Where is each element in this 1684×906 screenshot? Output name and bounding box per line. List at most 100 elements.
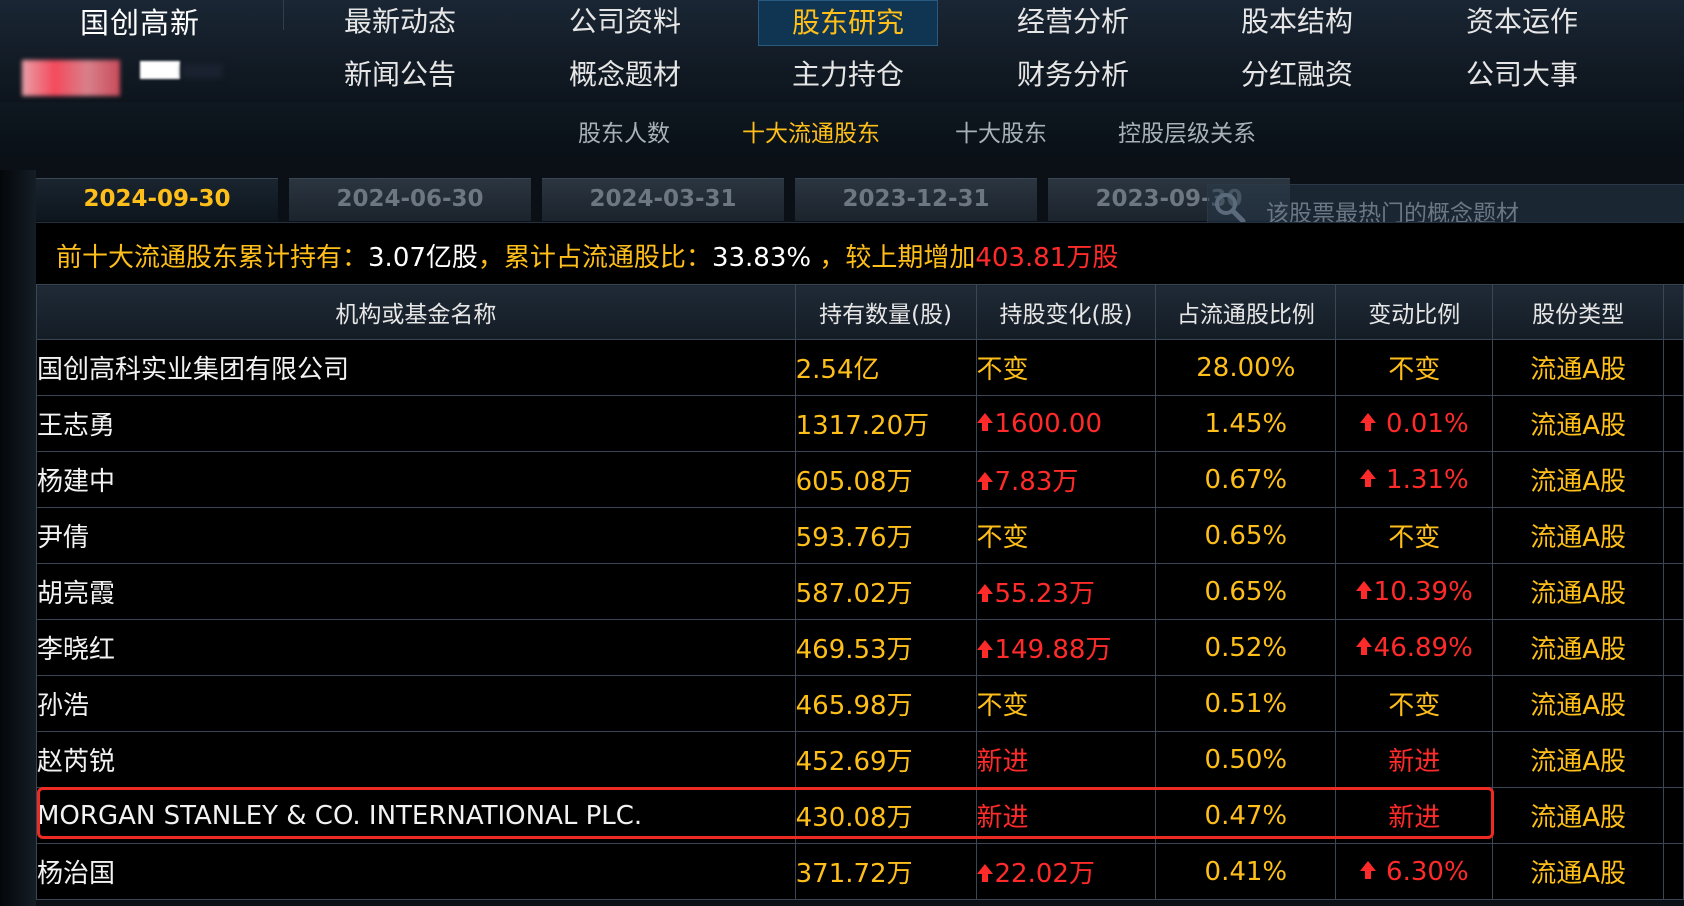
nav-concept[interactable]: 概念题材	[535, 53, 715, 97]
share-type: 流通A股	[1492, 507, 1664, 564]
header-divider	[283, 0, 284, 30]
blank-cell	[1663, 843, 1684, 900]
subnav-holding-structure[interactable]: 控股层级关系	[1118, 114, 1256, 148]
blurred-price	[140, 61, 180, 79]
sub-navigation: 股东人数 十大流通股东 十大股东 控股层级关系	[0, 102, 1684, 157]
search-icon[interactable]	[1212, 190, 1246, 224]
nav-news[interactable]: 新闻公告	[310, 53, 490, 97]
float-ratio: 0.52%	[1155, 619, 1337, 676]
col-header-var[interactable]: 变动比例	[1335, 284, 1494, 340]
holder-name-value: 胡亮霞	[37, 579, 116, 609]
nav-shareholder[interactable]: 股东研究	[758, 0, 938, 46]
holding-change-value: 不变	[976, 523, 1029, 553]
share-type: 流通A股	[1492, 675, 1664, 732]
holder-name: 孙浩	[36, 675, 796, 732]
holding-change-value: 不变	[976, 691, 1029, 721]
table-row[interactable]: 国创高科实业集团有限公司 2.54亿 不变 28.00% 不变 流通A股	[36, 339, 1684, 396]
subnav-top10-float[interactable]: 十大流通股东	[742, 114, 880, 148]
float-ratio-value: 0.47%	[1204, 800, 1288, 831]
share-type-value: 流通A股	[1530, 803, 1626, 833]
nav-capital-structure[interactable]: 股本结构	[1207, 0, 1387, 44]
change-ratio-value: 6.30%	[1377, 856, 1469, 887]
summary-label-total: 前十大流通股东累计持有：	[56, 243, 369, 273]
arrow-up-icon	[976, 863, 993, 882]
share-type-value: 流通A股	[1530, 411, 1626, 441]
float-ratio: 0.47%	[1155, 787, 1337, 844]
col-header-qty[interactable]: 持有数量(股)	[794, 284, 977, 340]
float-ratio-value: 28.00%	[1196, 352, 1296, 383]
table-row[interactable]: 王志勇 1317.20万 1600.00 1.45% 0.01% 流通A股	[36, 395, 1684, 452]
holding-qty: 469.53万	[794, 619, 977, 676]
holder-name: 杨治国	[36, 843, 796, 900]
float-ratio-value: 0.65%	[1204, 576, 1288, 607]
nav-capital-ops[interactable]: 资本运作	[1432, 0, 1612, 44]
table-row[interactable]: MORGAN STANLEY & CO. INTERNATIONAL PLC. 4…	[36, 787, 1684, 844]
table-row[interactable]: 杨治国 371.72万 22.02万 0.41% 6.30% 流通A股	[36, 843, 1684, 900]
share-type: 流通A股	[1492, 395, 1664, 452]
date-tab-2024-06-30[interactable]: 2024-06-30	[289, 178, 531, 221]
holding-qty-value: 371.72万	[795, 859, 913, 889]
table-row[interactable]: 孙浩 465.98万 不变 0.51% 不变 流通A股	[36, 675, 1684, 732]
float-ratio: 0.50%	[1155, 731, 1337, 788]
share-type-value: 流通A股	[1530, 691, 1626, 721]
nav-dividend[interactable]: 分红融资	[1207, 53, 1387, 97]
table-row[interactable]: 尹倩 593.76万 不变 0.65% 不变 流通A股	[36, 507, 1684, 564]
col-header-pct[interactable]: 占流通股比例	[1155, 284, 1337, 340]
table-row[interactable]: 胡亮霞 587.02万 55.23万 0.65% 10.39% 流通A股	[36, 563, 1684, 620]
holding-change-value: 149.88万	[994, 635, 1112, 665]
blank-cell	[1663, 787, 1684, 844]
holding-qty: 371.72万	[794, 843, 977, 900]
col-header-change[interactable]: 持股变化(股)	[975, 284, 1157, 340]
change-ratio: 不变	[1335, 507, 1494, 564]
change-ratio-value: 不变	[1388, 691, 1441, 721]
change-ratio-value: 不变	[1388, 523, 1441, 553]
float-ratio: 0.67%	[1155, 451, 1337, 508]
col-header-name[interactable]: 机构或基金名称	[36, 284, 796, 340]
subnav-top10[interactable]: 十大股东	[955, 114, 1047, 148]
holding-change-value: 55.23万	[994, 579, 1095, 609]
share-type-value: 流通A股	[1530, 635, 1626, 665]
date-tab-2024-09-30[interactable]: 2024-09-30	[36, 178, 278, 221]
blank-cell	[1663, 395, 1684, 452]
float-ratio-value: 1.45%	[1204, 408, 1288, 439]
blank-cell	[1663, 451, 1684, 508]
blank-cell	[1663, 675, 1684, 732]
holding-qty-value: 587.02万	[795, 579, 913, 609]
nav-finance[interactable]: 财务分析	[983, 53, 1163, 97]
holder-name: 杨建中	[36, 451, 796, 508]
change-ratio-value: 1.31%	[1377, 464, 1469, 495]
col-header-type[interactable]: 股份类型	[1492, 284, 1664, 340]
blurred-extra	[182, 64, 222, 78]
holding-change: 新进	[975, 731, 1157, 788]
table-row[interactable]: 李晓红 469.53万 149.88万 0.52% 46.89% 流通A股	[36, 619, 1684, 676]
table-row[interactable]: 赵芮锐 452.69万 新进 0.50% 新进 流通A股	[36, 731, 1684, 788]
holding-qty: 452.69万	[794, 731, 977, 788]
left-edge	[0, 170, 36, 906]
nav-operation[interactable]: 经营分析	[983, 0, 1163, 44]
float-ratio-value: 0.52%	[1204, 632, 1288, 663]
holder-name-value: 杨治国	[37, 859, 116, 889]
stock-name: 国创高新	[80, 6, 201, 40]
holding-change-value: 新进	[976, 747, 1029, 777]
arrow-up-icon	[1355, 581, 1372, 599]
change-ratio: 新进	[1335, 731, 1494, 788]
share-type-value: 流通A股	[1530, 523, 1626, 553]
blank-cell	[1663, 339, 1684, 396]
holder-name: 胡亮霞	[36, 563, 796, 620]
holder-name-value: MORGAN STANLEY & CO. INTERNATIONAL PLC.	[37, 800, 643, 831]
nav-main-holdings[interactable]: 主力持仓	[758, 53, 938, 97]
subnav-holder-count[interactable]: 股东人数	[578, 114, 670, 148]
table-header-row: 机构或基金名称 持有数量(股) 持股变化(股) 占流通股比例 变动比例 股份类型	[36, 284, 1684, 340]
nav-company[interactable]: 公司资料	[535, 0, 715, 44]
nav-latest[interactable]: 最新动态	[310, 0, 490, 44]
change-ratio: 不变	[1335, 675, 1494, 732]
holder-name: MORGAN STANLEY & CO. INTERNATIONAL PLC.	[36, 787, 796, 844]
date-tab-2024-03-31[interactable]: 2024-03-31	[542, 178, 784, 221]
holder-name: 赵芮锐	[36, 731, 796, 788]
nav-events[interactable]: 公司大事	[1432, 53, 1612, 97]
date-tab-2023-12-31[interactable]: 2023-12-31	[795, 178, 1037, 221]
arrow-up-icon	[1355, 637, 1372, 655]
holding-change: 不变	[975, 507, 1157, 564]
table-row[interactable]: 杨建中 605.08万 7.83万 0.67% 1.31% 流通A股	[36, 451, 1684, 508]
blank-cell	[1663, 731, 1684, 788]
